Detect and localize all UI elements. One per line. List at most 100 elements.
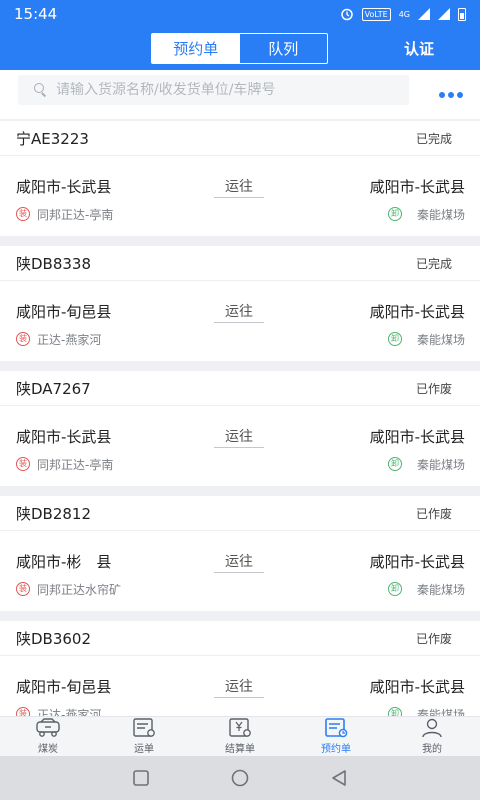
tab-label: 预约单: [321, 744, 351, 755]
user-icon: [422, 718, 442, 738]
origin-city: 咸阳市-旬邑县: [16, 303, 112, 321]
destination-city: 咸阳市-长武县: [369, 678, 465, 696]
order-list: 宁AE3223 已完成 咸阳市-长武县 运往 咸阳市-长武县 装 同邦正达-亭南…: [0, 121, 480, 716]
segmented-control: 预约单 队列: [151, 33, 328, 64]
order-status: 已完成: [415, 131, 452, 146]
status-bar: 15:44 VoLTE 4G: [0, 0, 480, 28]
tab-reservation-bottom[interactable]: 预约单: [288, 717, 384, 756]
load-place: 正达-燕家河: [37, 333, 102, 347]
order-card-header: 陕DA7267 已作废: [0, 371, 480, 406]
order-card-body: 咸阳市-长武县 运往 咸阳市-长武县 装 同邦正达-亭南 卸 秦能煤场: [0, 406, 480, 486]
origin-city: 咸阳市-彬 县: [16, 553, 112, 571]
origin-city: 咸阳市-长武县: [16, 178, 112, 196]
back-button[interactable]: [309, 756, 369, 800]
coal-truck-icon: [36, 718, 60, 737]
unload-badge-icon: 卸: [388, 332, 402, 346]
order-status: 已作废: [415, 381, 452, 396]
direction-label: 运往: [214, 676, 264, 698]
network-type: 4G: [398, 9, 410, 19]
order-card-header: 宁AE3223 已完成: [0, 121, 480, 156]
unload-badge-icon: 卸: [388, 582, 402, 596]
tab-mine[interactable]: 我的: [384, 717, 480, 756]
direction-label: 运往: [214, 176, 264, 198]
search-area: [0, 70, 480, 119]
tab-coal[interactable]: 煤炭: [0, 717, 96, 756]
app-header: 预约单 队列 认证: [0, 28, 480, 70]
more-icon[interactable]: [439, 92, 463, 98]
order-card-header: 陕DB2812 已作废: [0, 496, 480, 531]
tab-settlement[interactable]: 结算单: [192, 717, 288, 756]
alarm-icon: [340, 8, 353, 21]
settlement-icon: [229, 718, 251, 737]
circle-icon: [231, 769, 249, 787]
home-button[interactable]: [210, 756, 270, 800]
tab-label: 结算单: [225, 744, 255, 755]
plate-number: 宁AE3223: [16, 129, 89, 148]
tab-label: 我的: [422, 744, 442, 755]
order-card-header: 陕DB8338 已完成: [0, 246, 480, 281]
unload-place: 秦能煤场: [416, 708, 465, 716]
square-icon: [133, 770, 149, 786]
battery-icon: [458, 7, 466, 21]
order-status: 已作废: [415, 506, 452, 521]
destination-city: 咸阳市-长武县: [369, 303, 465, 321]
unload-place: 秦能煤场: [416, 458, 465, 472]
load-badge-icon: 装: [16, 707, 30, 716]
destination-city: 咸阳市-长武县: [369, 178, 465, 196]
order-card[interactable]: 陕DA7267 已作废 咸阳市-长武县 运往 咸阳市-长武县 装 同邦正达-亭南…: [0, 371, 480, 486]
volte-indicator: VoLTE: [361, 7, 391, 21]
direction-label: 运往: [214, 551, 264, 573]
load-place: 同邦正达-亭南: [37, 458, 114, 472]
search-box[interactable]: [18, 75, 409, 105]
order-status: 已完成: [415, 256, 452, 271]
certify-button[interactable]: 认证: [404, 38, 434, 59]
plate-number: 陕DB8338: [16, 254, 92, 273]
order-card[interactable]: 陕DB2812 已作废 咸阳市-彬 县 运往 咸阳市-长武县 装 同邦正达水帘矿…: [0, 496, 480, 611]
load-badge-icon: 装: [16, 457, 30, 471]
unload-badge-icon: 卸: [388, 707, 402, 716]
load-place: 同邦正达水帘矿: [37, 583, 122, 597]
signal-icon: [438, 8, 450, 20]
back-triangle-icon: [332, 770, 346, 786]
load-badge-icon: 装: [16, 582, 30, 596]
unload-place: 秦能煤场: [416, 583, 465, 597]
status-time: 15:44: [14, 5, 58, 23]
load-badge-icon: 装: [16, 332, 30, 346]
order-card-header: 陕DB3602 已作废: [0, 621, 480, 656]
recent-apps-button[interactable]: [111, 756, 171, 800]
unload-badge-icon: 卸: [388, 457, 402, 471]
destination-city: 咸阳市-长武县: [369, 553, 465, 571]
search-icon: [34, 83, 48, 97]
order-card-body: 咸阳市-长武县 运往 咸阳市-长武县 装 同邦正达-亭南 卸 秦能煤场: [0, 156, 480, 236]
bottom-tab-bar: 煤炭 运单 结算单 预约单 我的: [0, 716, 480, 756]
order-card[interactable]: 宁AE3223 已完成 咸阳市-长武县 运往 咸阳市-长武县 装 同邦正达-亭南…: [0, 121, 480, 236]
origin-city: 咸阳市-长武县: [16, 428, 112, 446]
order-card-body: 咸阳市-旬邑县 运往 咸阳市-长武县 装 正达-燕家河 卸 秦能煤场: [0, 281, 480, 361]
order-card[interactable]: 陕DB3602 已作废 咸阳市-旬邑县 运往 咸阳市-长武县 装 正达-燕家河 …: [0, 621, 480, 716]
search-input[interactable]: [56, 82, 396, 98]
direction-label: 运往: [214, 426, 264, 448]
unload-place: 秦能煤场: [416, 333, 465, 347]
signal-icon: [418, 8, 430, 20]
order-card-body: 咸阳市-旬邑县 运往 咸阳市-长武县 装 正达-燕家河 卸 秦能煤场: [0, 656, 480, 716]
plate-number: 陕DB3602: [16, 629, 92, 648]
load-place: 同邦正达-亭南: [37, 208, 114, 222]
plate-number: 陕DA7267: [16, 379, 91, 398]
system-nav-bar: [0, 756, 480, 800]
direction-label: 运往: [214, 301, 264, 323]
load-place: 正达-燕家河: [37, 708, 102, 716]
tab-label: 运单: [134, 744, 154, 755]
reservation-icon: [325, 718, 348, 738]
unload-place: 秦能煤场: [416, 208, 465, 222]
tab-reservation[interactable]: 预约单: [152, 34, 240, 63]
order-card[interactable]: 陕DB8338 已完成 咸阳市-旬邑县 运往 咸阳市-长武县 装 正达-燕家河 …: [0, 246, 480, 361]
tab-label: 煤炭: [38, 744, 58, 755]
unload-badge-icon: 卸: [388, 207, 402, 221]
order-status: 已作废: [415, 631, 452, 646]
tab-waybill[interactable]: 运单: [96, 717, 192, 756]
destination-city: 咸阳市-长武县: [369, 428, 465, 446]
tab-queue[interactable]: 队列: [240, 34, 328, 63]
plate-number: 陕DB2812: [16, 504, 92, 523]
load-badge-icon: 装: [16, 207, 30, 221]
order-card-body: 咸阳市-彬 县 运往 咸阳市-长武县 装 同邦正达水帘矿 卸 秦能煤场: [0, 531, 480, 611]
